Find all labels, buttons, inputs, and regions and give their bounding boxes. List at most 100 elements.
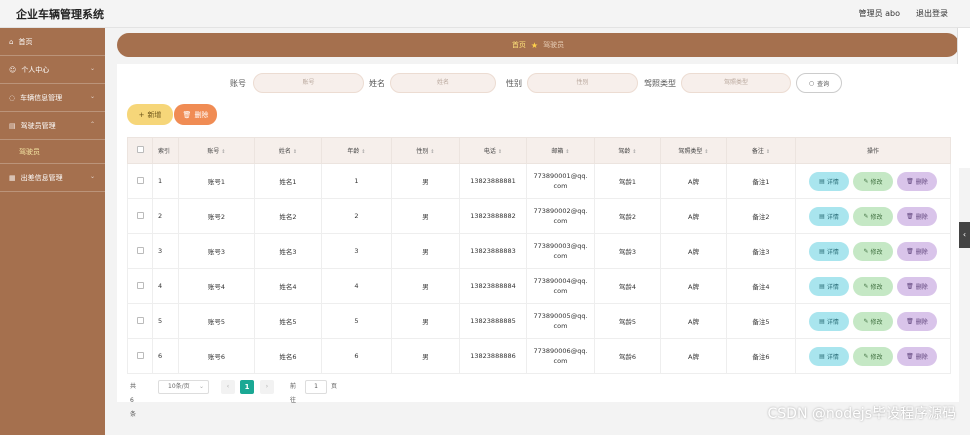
sidebar-item-trips[interactable]: ▦ 出差信息管理 ⌄ [0, 164, 105, 192]
account-input[interactable]: 账号 [253, 73, 364, 93]
edit-button[interactable]: ✎ 修改 [853, 346, 893, 366]
sidebar-item-label: 首页 [18, 37, 33, 46]
search-row: 账号 账号 姓名 姓名 性别 性别 驾照类型 驾照类型 ○ 查询 [117, 73, 959, 93]
row-delete-button[interactable]: 🗑 删除 [897, 311, 937, 331]
delete-label: 删除 [194, 110, 209, 119]
trash-icon: 🗑 [182, 110, 192, 119]
cell-license: A牌 [660, 233, 727, 269]
cell-account: 账号6 [178, 338, 255, 374]
detail-button[interactable]: ▤ 详情 [809, 311, 849, 331]
page-size-select[interactable]: 10条/页 ⌄ [158, 380, 209, 394]
row-checkbox[interactable] [127, 198, 153, 234]
cell-index: 4 [152, 268, 179, 304]
add-button[interactable]: + 新增 [127, 104, 173, 125]
cell-years: 驾龄3 [594, 233, 661, 269]
query-button[interactable]: ○ 查询 [796, 73, 842, 93]
cell-gender: 男 [391, 303, 460, 339]
edit-icon: ✎ [863, 212, 869, 220]
current-page[interactable]: 1 [240, 380, 254, 394]
chevron-down-icon: ⌄ [89, 65, 95, 72]
col-remark[interactable]: 备注 ⇕ [726, 137, 796, 164]
admin-name: 管理员 abo [858, 9, 900, 18]
data-table: 索引 账号 ⇕ 姓名 ⇕ 年龄 ⇕ 性别 ⇕ 电话 ⇕ 邮箱 ⇕ 驾龄 ⇕ 驾照类型 ⇕ 备注 ⇕… [127, 137, 951, 374]
cell-license: A牌 [660, 163, 727, 199]
edit-button[interactable]: ✎ 修改 [853, 206, 893, 226]
logout-link[interactable]: 退出登录 [916, 8, 948, 19]
goto-page-input[interactable]: 1 [305, 380, 327, 394]
select-all-checkbox[interactable] [127, 137, 153, 164]
detail-button[interactable]: ▤ 详情 [809, 241, 849, 261]
row-delete-button[interactable]: 🗑 删除 [897, 276, 937, 296]
delete-button[interactable]: 🗑 删除 [174, 104, 217, 125]
row-delete-button[interactable]: 🗑 删除 [897, 206, 937, 226]
cell-years: 驾龄1 [594, 163, 661, 199]
next-page-button[interactable]: › [260, 380, 274, 394]
detail-button[interactable]: ▤ 详情 [809, 276, 849, 296]
edit-button[interactable]: ✎ 修改 [853, 171, 893, 191]
name-input[interactable]: 姓名 [390, 73, 496, 93]
edit-button[interactable]: ✎ 修改 [853, 276, 893, 296]
license-type-input[interactable]: 驾照类型 [681, 73, 791, 93]
detail-icon: ▤ [819, 352, 825, 360]
sidebar-item-drivers[interactable]: ▤ 驾驶员管理 ⌃ [0, 112, 105, 140]
row-delete-button[interactable]: 🗑 删除 [897, 346, 937, 366]
col-license-type[interactable]: 驾照类型 ⇕ [660, 137, 727, 164]
row-checkbox[interactable] [127, 303, 153, 339]
cell-years: 驾龄6 [594, 338, 661, 374]
cell-age: 2 [321, 198, 392, 234]
detail-button[interactable]: ▤ 详情 [809, 346, 849, 366]
edit-button[interactable]: ✎ 修改 [853, 311, 893, 331]
query-label: 查询 [817, 80, 830, 88]
col-age[interactable]: 年龄 ⇕ [321, 137, 392, 164]
chevron-down-icon: ⌄ [198, 383, 204, 390]
sidebar-item-label: 出差信息管理 [20, 173, 63, 182]
chevron-up-icon: ⌃ [89, 121, 95, 128]
table-row: 3 账号3 姓名3 3 男 13823888883 773890003@qq. com 驾龄3… [127, 233, 951, 269]
sidebar-item-vehicles[interactable]: ◌ 车辆信息管理 ⌄ [0, 84, 105, 112]
cell-account: 账号1 [178, 163, 255, 199]
col-email[interactable]: 邮箱 ⇕ [526, 137, 595, 164]
breadcrumb-home[interactable]: 首页 [512, 40, 526, 50]
gender-input[interactable]: 性别 [527, 73, 638, 93]
cell-name: 姓名2 [254, 198, 322, 234]
cell-index: 6 [152, 338, 179, 374]
col-phone[interactable]: 电话 ⇕ [459, 137, 527, 164]
col-account[interactable]: 账号 ⇕ [178, 137, 255, 164]
prev-page-button[interactable]: ‹ [221, 380, 235, 394]
row-checkbox[interactable] [127, 163, 153, 199]
detail-button[interactable]: ▤ 详情 [809, 171, 849, 191]
col-driving-years[interactable]: 驾龄 ⇕ [594, 137, 661, 164]
col-gender[interactable]: 性别 ⇕ [391, 137, 460, 164]
cell-index: 5 [152, 303, 179, 339]
sidebar-item-home[interactable]: ⌂ 首页 [0, 28, 105, 56]
cell-index: 1 [152, 163, 179, 199]
cell-remark: 备注2 [726, 198, 796, 234]
cell-age: 5 [321, 303, 392, 339]
cell-phone: 13823888882 [459, 198, 527, 234]
table-row: 2 账号2 姓名2 2 男 13823888882 773890002@qq. com 驾龄2… [127, 198, 951, 234]
cell-index: 3 [152, 233, 179, 269]
cell-account: 账号4 [178, 268, 255, 304]
cell-name: 姓名3 [254, 233, 322, 269]
sidebar-item-profile[interactable]: ☺ 个人中心 ⌄ [0, 56, 105, 84]
row-delete-button[interactable]: 🗑 删除 [897, 241, 937, 261]
cell-phone: 13823888883 [459, 233, 527, 269]
row-checkbox[interactable] [127, 338, 153, 374]
detail-button[interactable]: ▤ 详情 [809, 206, 849, 226]
table-row: 1 账号1 姓名1 1 男 13823888881 773890001@qq. com 驾龄1… [127, 163, 951, 199]
row-delete-button[interactable]: 🗑 删除 [897, 171, 937, 191]
app-title: 企业车辆管理系统 [16, 8, 104, 21]
collapse-tab[interactable]: ‹ [959, 222, 970, 248]
cell-name: 姓名1 [254, 163, 322, 199]
trash-icon: 🗑 [906, 212, 914, 220]
name-label: 姓名 [369, 79, 385, 88]
col-name[interactable]: 姓名 ⇕ [254, 137, 322, 164]
table-row: 4 账号4 姓名4 4 男 13823888884 773890004@qq. com 驾龄4… [127, 268, 951, 304]
cell-phone: 13823888885 [459, 303, 527, 339]
edit-button[interactable]: ✎ 修改 [853, 241, 893, 261]
row-actions: ▤ 详情 ✎ 修改 🗑 删除 [795, 233, 951, 269]
cell-account: 账号2 [178, 198, 255, 234]
sidebar-subitem-driver[interactable]: 驾驶员 [0, 140, 105, 164]
row-checkbox[interactable] [127, 268, 153, 304]
row-checkbox[interactable] [127, 233, 153, 269]
